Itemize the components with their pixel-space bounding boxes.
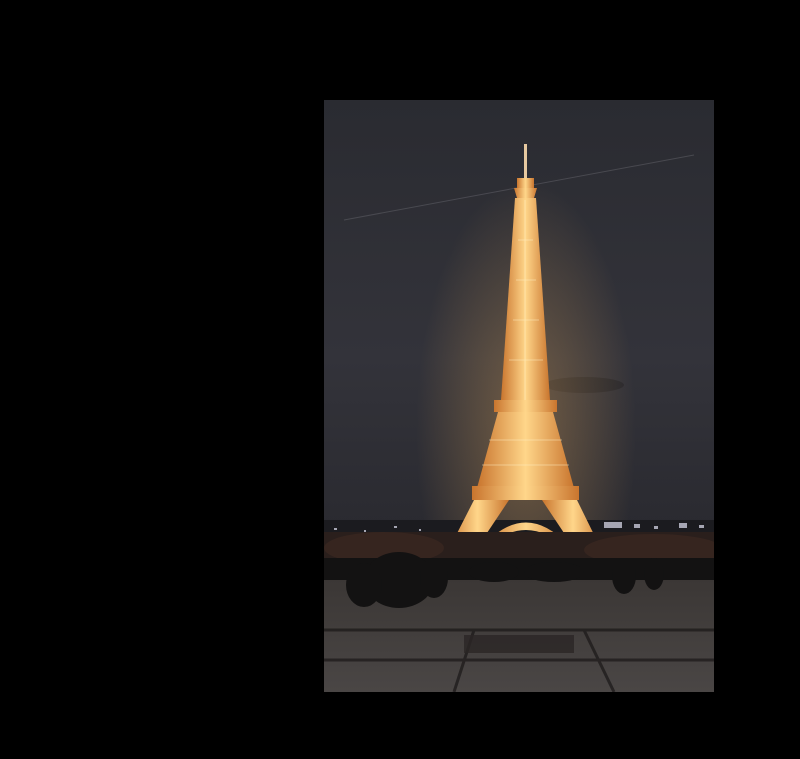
page-background xyxy=(0,0,800,759)
photo xyxy=(324,100,714,692)
eiffel-tower-night-photo xyxy=(324,100,714,692)
